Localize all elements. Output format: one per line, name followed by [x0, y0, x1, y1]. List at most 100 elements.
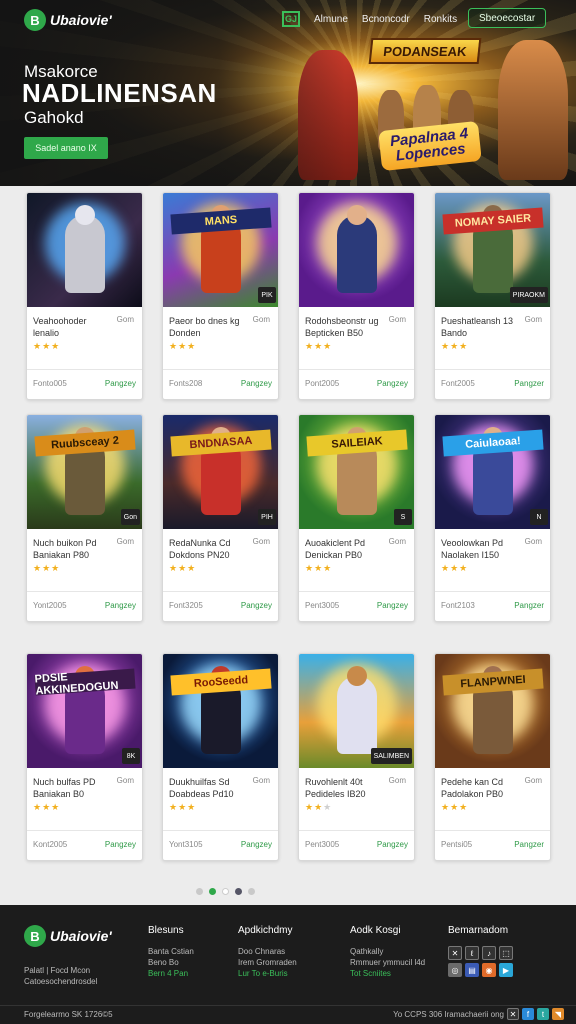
footer-link[interactable]: Bern 4 Pan [148, 968, 194, 979]
game-thumbnail[interactable]: Ruubsceay 2 Gon [27, 415, 142, 529]
page-dot-active[interactable] [209, 888, 216, 895]
game-thumbnail[interactable]: MANS PIK [163, 193, 278, 307]
star-icon: ★ [51, 563, 61, 573]
page-dot[interactable] [196, 888, 203, 895]
game-thumbnail[interactable]: BNDNASAA PIH [163, 415, 278, 529]
game-title[interactable]: RedaNunka Cd Dokdons PN20 [169, 537, 249, 561]
twitch-icon[interactable]: ▤ [465, 963, 479, 977]
hero-cta-button[interactable]: Sadel anano IX [24, 137, 108, 159]
rating-stars: ★★★ [33, 802, 60, 813]
site-logo[interactable]: B Ubaiovie' [24, 9, 112, 31]
play-icon[interactable]: ▶ [499, 963, 513, 977]
play-link[interactable]: Pangzey [241, 840, 272, 849]
play-link[interactable]: Pangzey [377, 379, 408, 388]
game-thumbnail[interactable]: PDSIE AKKINEDOGUN 8K [27, 654, 142, 768]
play-link[interactable]: Pangzey [241, 379, 272, 388]
nav-link-3[interactable]: Ronkits [424, 14, 457, 25]
game-thumbnail[interactable]: SAILEIAK S [299, 415, 414, 529]
game-title[interactable]: Auoakiclent Pd Denickan PB0 [305, 537, 385, 561]
game-thumbnail[interactable]: Caiulaoaa! N [435, 415, 550, 529]
game-thumbnail[interactable]: RooSeedd [163, 654, 278, 768]
game-card[interactable]: SALIMBEN Ruvohlenlt 40t Pedideles IB20 G… [298, 653, 415, 861]
play-link[interactable]: Pangzer [514, 379, 544, 388]
game-title[interactable]: Pueshatleansh 13 Bando [441, 315, 521, 339]
game-title[interactable]: Veahoohoder lenalio [33, 315, 113, 339]
footer-link[interactable]: Rmmuer ymmucil l4d [350, 957, 425, 968]
footer-link[interactable]: Doo Chnaras [238, 946, 297, 957]
game-card[interactable]: FLANPWNEI Pedehe kan Cd Padolakon PB0 Go… [434, 653, 551, 861]
game-thumbnail[interactable] [299, 193, 414, 307]
tiktok-icon[interactable]: ♪ [482, 946, 496, 960]
star-icon: ★ [459, 802, 469, 812]
page-dot[interactable] [235, 888, 242, 895]
footer-link[interactable]: Qathkally [350, 946, 425, 957]
game-title[interactable]: Pedehe kan Cd Padolakon PB0 [441, 776, 521, 800]
game-title[interactable]: Duukhuilfas Sd Doabdeas Pd10 [169, 776, 249, 800]
x-icon[interactable]: ✕ [507, 1008, 519, 1020]
release-date: Yont2005 [33, 601, 67, 610]
play-link[interactable]: Pangzey [105, 601, 136, 610]
page-dot[interactable] [248, 888, 255, 895]
pagination [196, 888, 255, 895]
footer-link[interactable]: Lur To e-Buris [238, 968, 297, 979]
nav-link-2[interactable]: Bcnoncodr [362, 14, 410, 25]
game-title[interactable]: Paeor bo dnes kg Donden [169, 315, 249, 339]
game-card[interactable]: Caiulaoaa! N Veoolowkan Pd Naolaken I150… [434, 414, 551, 622]
facebook-icon[interactable]: f [522, 1008, 534, 1020]
x-icon[interactable]: ✕ [448, 946, 462, 960]
tag-icon[interactable]: ⬚ [499, 946, 513, 960]
game-title[interactable]: Ruvohlenlt 40t Pedideles IB20 [305, 776, 385, 800]
social-links: ✕ ℓ ♪ ⬚ ◎ ▤ ◉ ▶ [448, 946, 513, 977]
twitter-icon[interactable]: t [537, 1008, 549, 1020]
footer-link[interactable]: Beno Bo [148, 957, 194, 968]
game-title[interactable]: Nuch buikon Pd Baniakan P80 [33, 537, 113, 561]
game-thumbnail[interactable]: NOMAY SAIER PIRAOKM [435, 193, 550, 307]
nav-link-1[interactable]: Almune [314, 14, 348, 25]
footer-link[interactable]: Irem Gromraden [238, 957, 297, 968]
footer-logo[interactable]: B Ubaiovie' [24, 925, 112, 947]
game-title[interactable]: Rodohsbeonstr ug Bepticken B50 [305, 315, 385, 339]
character-head [347, 205, 367, 225]
game-card[interactable]: MANS PIK Paeor bo dnes kg Donden Gom ★★★… [162, 192, 279, 400]
link-icon[interactable]: ℓ [465, 946, 479, 960]
footer-link[interactable]: Tot Scniites [350, 968, 425, 979]
game-card[interactable]: RooSeedd Duukhuilfas Sd Doabdeas Pd10 Go… [162, 653, 279, 861]
card-divider [163, 591, 278, 592]
play-link[interactable]: Pangzey [377, 601, 408, 610]
footer-column-2: Apdkichdmy Doo Chnaras Irem Gromraden Lu… [238, 925, 297, 979]
release-date: Yont3105 [169, 840, 203, 849]
star-icon: ★ [314, 563, 324, 573]
card-divider [27, 591, 142, 592]
signup-button[interactable]: Sbeoecostar [468, 8, 547, 28]
reddit-icon[interactable]: ◉ [482, 963, 496, 977]
rating-stars: ★★★ [169, 563, 196, 574]
game-card[interactable]: Rodohsbeonstr ug Bepticken B50 Gom ★★★ P… [298, 192, 415, 400]
game-thumbnail[interactable]: SALIMBEN [299, 654, 414, 768]
game-title[interactable]: Nuch bulfas PD Baniakan B0 [33, 776, 113, 800]
game-thumbnail[interactable] [27, 193, 142, 307]
star-icon: ★ [323, 341, 333, 351]
star-icon: ★ [441, 341, 451, 351]
discord-icon[interactable]: ◎ [448, 963, 462, 977]
play-link[interactable]: Pangzey [377, 840, 408, 849]
game-thumbnail[interactable]: FLANPWNEI [435, 654, 550, 768]
rss-icon[interactable]: ◥ [552, 1008, 564, 1020]
game-card[interactable]: NOMAY SAIER PIRAOKM Pueshatleansh 13 Ban… [434, 192, 551, 400]
gamepad-icon[interactable]: GJ [282, 11, 300, 27]
page-dot[interactable] [222, 888, 229, 895]
play-link[interactable]: Pangzer [514, 840, 544, 849]
play-link[interactable]: Pangzer [514, 601, 544, 610]
game-card[interactable]: SAILEIAK S Auoakiclent Pd Denickan PB0 G… [298, 414, 415, 622]
character-figure [337, 215, 377, 293]
platform-badge: 8K [122, 748, 140, 764]
footer-link[interactable]: Banta Cstian [148, 946, 194, 957]
game-title[interactable]: Veoolowkan Pd Naolaken I150 [441, 537, 521, 561]
game-card[interactable]: Veahoohoder lenalio Gom ★★★ Fonto005 Pan… [26, 192, 143, 400]
game-card[interactable]: Ruubsceay 2 Gon Nuch buikon Pd Baniakan … [26, 414, 143, 622]
game-card[interactable]: BNDNASAA PIH RedaNunka Cd Dokdons PN20 G… [162, 414, 279, 622]
play-link[interactable]: Pangzey [105, 379, 136, 388]
play-link[interactable]: Pangzey [241, 601, 272, 610]
play-link[interactable]: Pangzey [105, 840, 136, 849]
game-meta: Gom [116, 315, 134, 324]
game-card[interactable]: PDSIE AKKINEDOGUN 8K Nuch bulfas PD Bani… [26, 653, 143, 861]
